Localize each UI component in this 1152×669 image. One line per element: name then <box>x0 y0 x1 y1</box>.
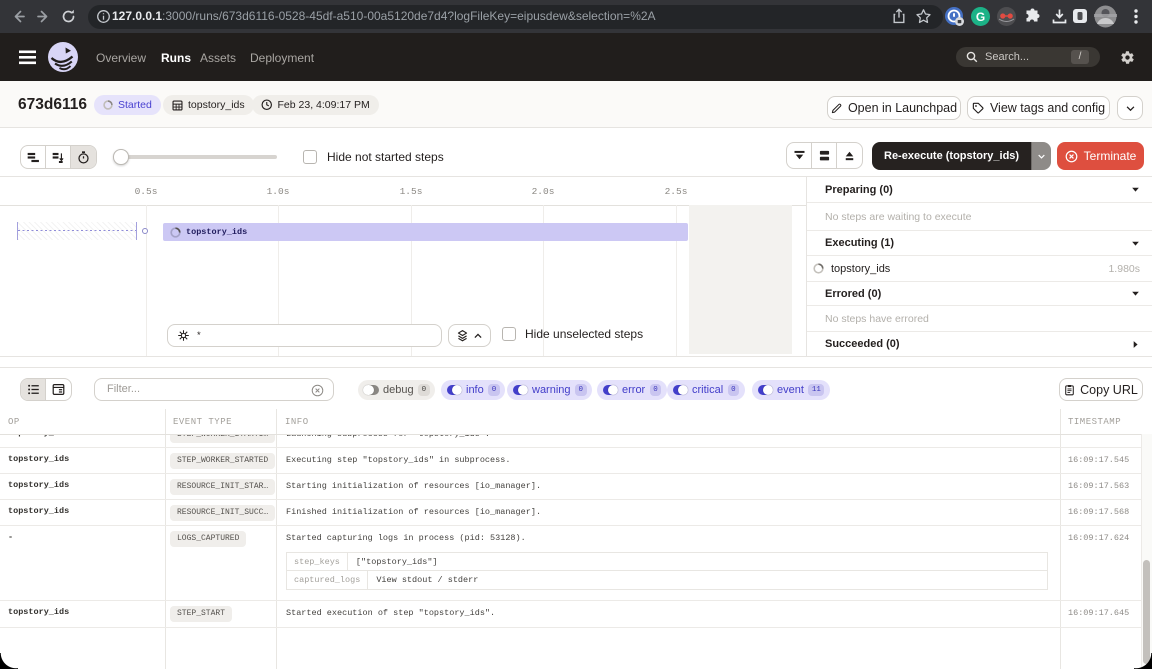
svg-text:G: G <box>976 10 985 24</box>
